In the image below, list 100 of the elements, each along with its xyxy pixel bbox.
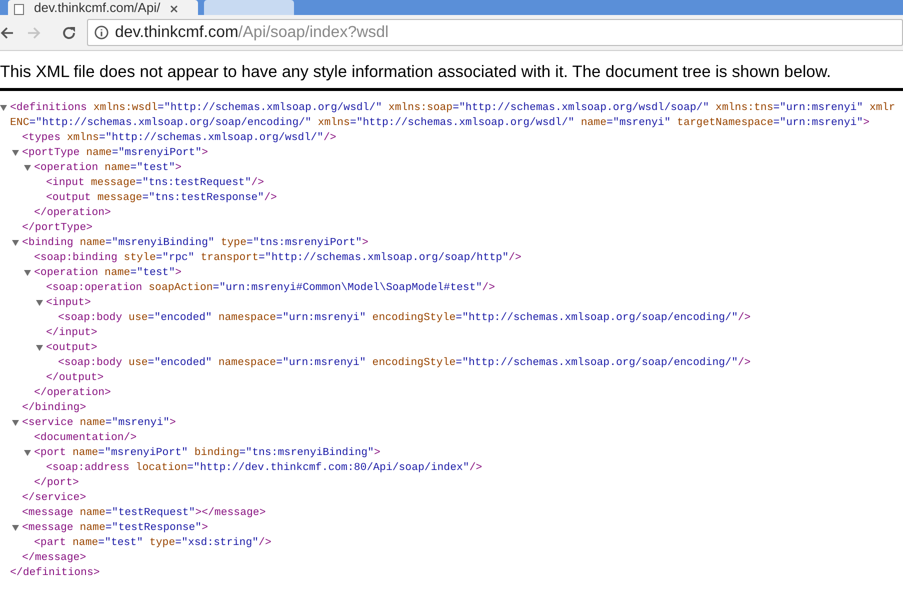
xml-attribute-name: ENC xyxy=(10,117,30,129)
xml-attribute-value: ="tns:testResponse" xyxy=(142,192,264,204)
xml-tag: <message xyxy=(22,522,74,534)
xml-attribute-value: ="urn:msrenyi#Common\Model\SoapModel#test" xyxy=(212,282,482,294)
xml-attribute-name: xmlns:tns xyxy=(714,102,774,114)
url-text: dev.thinkcmf.com/Api/soap/index?wsdl xyxy=(115,22,389,42)
xml-attribute-name: xmlns xyxy=(66,132,99,144)
xml-tag: <output xyxy=(46,192,91,204)
xml-attribute-name: message xyxy=(96,192,142,204)
xml-attribute-value: ="xsd:string" xyxy=(175,537,259,549)
expanded-triangle-icon[interactable] xyxy=(24,450,31,457)
xml-attribute-value: ="rpc" xyxy=(156,252,194,264)
page-icon xyxy=(14,4,24,15)
xml-attribute-name: soapAction xyxy=(148,282,213,294)
address-bar[interactable]: dev.thinkcmf.com/Api/soap/index?wsdl xyxy=(87,19,903,46)
xml-tag: <definitions xyxy=(10,102,87,114)
xml-tag: /> xyxy=(264,192,277,204)
xml-attribute-name: name xyxy=(78,507,106,519)
info-icon xyxy=(94,25,109,40)
xml-tag: <operation xyxy=(34,162,98,174)
xml-closing-tag: </binding> xyxy=(22,402,86,414)
xml-tag: <operation xyxy=(34,267,98,279)
xml-attribute-value: ="testResponse" xyxy=(105,522,202,534)
xml-tag: > xyxy=(195,507,202,519)
xml-attribute-value: ="encoded" xyxy=(148,312,212,324)
reload-icon[interactable] xyxy=(61,24,77,40)
xml-attribute-value: ="http://schemas.xmlsoap.org/wsdl/" xyxy=(98,132,324,144)
xml-tag: /> xyxy=(738,357,751,369)
xml-tag: <output xyxy=(46,342,91,354)
xml-attribute-value: ="msrenyi" xyxy=(105,417,170,429)
expanded-triangle-icon[interactable] xyxy=(0,105,7,112)
xml-closing-tag: </input> xyxy=(46,327,98,339)
expanded-triangle-icon[interactable] xyxy=(24,165,31,172)
xml-attribute-name: type xyxy=(148,537,176,549)
xml-attribute-value: ="urn:msrenyi" xyxy=(276,357,366,369)
xml-attribute-name: xmlns:wsdl xyxy=(92,102,158,114)
xml-attribute-value: ="http://schemas.xmlsoap.org/soap/encoding/" xyxy=(456,312,738,324)
xml-tag: > xyxy=(202,147,208,159)
xml-attribute-name: name xyxy=(71,537,98,549)
xml-tag: <port xyxy=(34,447,66,459)
xml-tag: > xyxy=(863,117,870,129)
expanded-triangle-icon[interactable] xyxy=(24,270,31,277)
xml-attribute-value: ="msrenyi" xyxy=(606,117,671,129)
xml-attribute-value: ="test" xyxy=(98,537,144,549)
xml-attribute-value: ="urn:msrenyi" xyxy=(773,102,864,114)
xml-tag: <documentation xyxy=(34,432,124,444)
xml-tag: /> xyxy=(508,252,522,264)
expanded-triangle-icon[interactable] xyxy=(12,525,19,532)
xml-attribute-value: ="msrenyiPort" xyxy=(98,447,188,459)
xml-tag: > xyxy=(84,297,91,309)
xml-attribute-name: name xyxy=(78,237,106,249)
xml-tag: <binding xyxy=(22,237,74,249)
xml-tag: > xyxy=(202,522,208,534)
xml-attribute-name: name xyxy=(78,522,106,534)
xml-attribute-name: namespace xyxy=(217,312,276,324)
xml-closing-tag: </service> xyxy=(22,492,86,504)
xml-attribute-name: xmlr xyxy=(868,102,896,114)
back-arrow-icon[interactable] xyxy=(0,26,14,40)
xml-attribute-name: xmlns:soap xyxy=(387,102,453,114)
xml-attribute-value: ="http://schemas.xmlsoap.org/soap/encoding/" xyxy=(456,357,738,369)
xml-attribute-value: ="msrenyiBinding" xyxy=(105,237,214,249)
expanded-triangle-icon[interactable] xyxy=(12,240,19,247)
xml-tag: > xyxy=(374,447,380,459)
xml-attribute-name: binding xyxy=(193,447,240,459)
xml-tag: > xyxy=(362,237,368,249)
xml-tag: <portType xyxy=(22,147,80,159)
xml-attribute-value: ="tns:msrenyiBinding" xyxy=(239,447,374,459)
xml-tag: <input xyxy=(46,297,84,309)
xml-attribute-name: xmlns xyxy=(316,117,350,129)
xml-tag: <types xyxy=(22,132,60,144)
xml-tag: <soap:binding xyxy=(34,252,118,264)
expanded-triangle-icon[interactable] xyxy=(12,420,19,427)
xml-attribute-name: style xyxy=(122,252,156,264)
expanded-triangle-icon[interactable] xyxy=(36,345,43,352)
xml-attribute-value: ="http://schemas.xmlsoap.org/wsdl/" xyxy=(158,102,382,114)
xml-attribute-value: ="msrenyiPort" xyxy=(112,147,202,159)
expanded-triangle-icon[interactable] xyxy=(36,300,43,307)
xml-tag: <soap:body xyxy=(58,312,122,324)
xml-tag: /> xyxy=(251,177,264,189)
xml-attribute-value: ="encoded" xyxy=(148,357,212,369)
xml-tag: > xyxy=(170,417,176,429)
xml-attribute-name: transport xyxy=(200,252,258,264)
xml-attribute-value: ="tns:msrenyiPort" xyxy=(246,237,362,249)
xml-closing-tag: </output> xyxy=(46,372,104,384)
tab-title: dev.thinkcmf.com/Api/ xyxy=(34,1,160,15)
xml-attribute-name: name xyxy=(85,147,112,159)
xml-tag: <soap:address xyxy=(46,462,130,474)
close-icon[interactable] xyxy=(170,5,178,13)
browser-tab[interactable]: dev.thinkcmf.com/Api/ xyxy=(8,0,198,15)
xml-attribute-name: use xyxy=(128,357,148,369)
xml-attribute-value: ="http://schemas.xmlsoap.org/wsdl/soap/" xyxy=(452,102,710,114)
xml-closing-tag: </definitions> xyxy=(10,567,100,579)
xml-tag: /> xyxy=(469,462,482,474)
expanded-triangle-icon[interactable] xyxy=(12,150,19,157)
xml-attribute-value: ="http://dev.thinkcmf.com:80/Api/soap/index" xyxy=(187,462,470,474)
xml-attribute-name: name xyxy=(580,117,606,129)
xml-tag: /> xyxy=(124,432,137,444)
xml-attribute-name: name xyxy=(71,447,98,459)
xml-attribute-name: targetNamespace xyxy=(676,117,774,129)
xml-attribute-name: name xyxy=(78,417,106,429)
